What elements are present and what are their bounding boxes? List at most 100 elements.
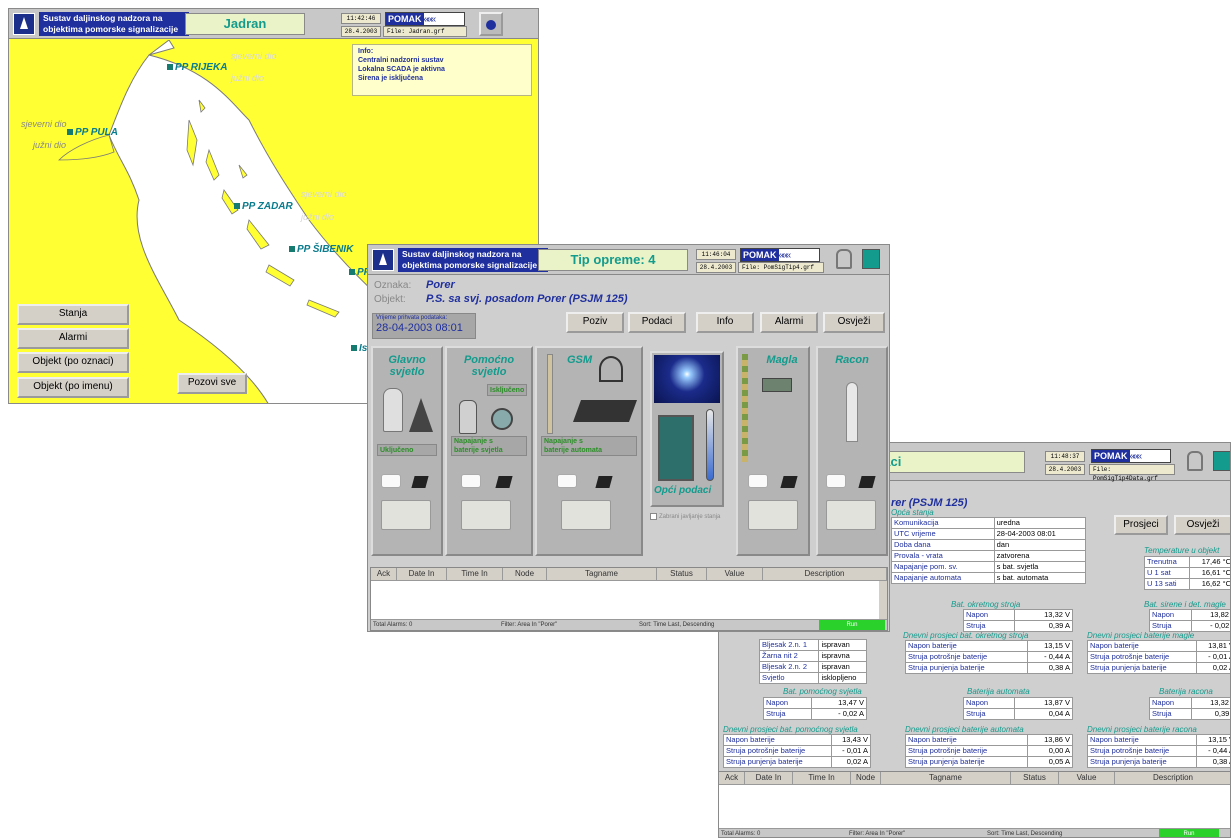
podaci-button[interactable]: Podaci <box>628 312 686 333</box>
row-value: 0,02 A <box>830 756 872 768</box>
pomak-logo: POMAK ««« <box>740 248 820 262</box>
clock-date: 28.4.2003 <box>696 262 736 273</box>
panel-racon[interactable]: Racon <box>816 346 888 556</box>
alarm-scrollbar[interactable] <box>879 581 887 621</box>
alarm-table[interactable]: Ack Date In Time In Node Tagname Status … <box>370 567 888 631</box>
col-header[interactable]: Date In <box>397 568 447 580</box>
panel-glavno-svjetlo[interactable]: Glavno svjetlo Uključeno <box>371 346 443 556</box>
prosjeci-button[interactable]: Prosjeci <box>1114 515 1168 535</box>
col-header[interactable]: Value <box>707 568 763 580</box>
run-indicator: Run <box>819 620 885 630</box>
racon-antenna-icon <box>846 382 858 442</box>
row-label: Napon <box>963 697 1015 709</box>
alarmi-button[interactable]: Alarmi <box>17 328 129 349</box>
objekt-imenu-button[interactable]: Objekt (po imenu) <box>17 377 129 398</box>
city-sibenik[interactable]: PP ŠIBENIK <box>289 244 353 255</box>
row-label: Napajanje automata <box>891 572 995 584</box>
alarm-table[interactable]: Ack Date In Time In Node Tagname Status … <box>719 771 1230 837</box>
file-name: File: PomSigTip4.grf <box>738 262 824 273</box>
status-pomocno: Isključeno <box>487 384 527 396</box>
col-header[interactable]: Time In <box>447 568 503 580</box>
lock-icon[interactable] <box>836 249 852 269</box>
col-header[interactable]: Description <box>1115 772 1230 784</box>
row-label: Napon baterije <box>904 734 1029 746</box>
panel-opci-podaci[interactable]: Opći podaci <box>650 351 724 507</box>
city-zadar[interactable]: PP ZADAR <box>234 201 293 212</box>
city-pula[interactable]: PP PULA <box>67 127 118 138</box>
table-row: Napon baterije13,15 V <box>1086 734 1230 746</box>
siren-icon <box>486 20 496 30</box>
objekt-value: P.S. sa svj. posadom Porer (PSJM 125) <box>426 293 628 305</box>
table-row: Struja 0,04 A <box>963 708 1074 720</box>
alarm-header: Ack Date In Time In Node Tagname Status … <box>719 772 1230 785</box>
alarm-filter: Filter: Area In "Porer" <box>849 831 906 837</box>
org-title: Sustav daljinskog nadzora na objektima p… <box>39 12 189 36</box>
lock-icon[interactable] <box>1187 451 1203 471</box>
col-header[interactable]: Tagname <box>881 772 1011 784</box>
row-label: Struja punjenja baterije <box>904 756 1029 768</box>
row-label: Struja punjenja baterije <box>723 756 832 768</box>
row-value: 0,04 A <box>1013 708 1074 720</box>
row-label: Napon baterije <box>1086 734 1198 746</box>
row-value: - 0,02 A <box>811 708 867 720</box>
poziv-button[interactable]: Poziv <box>566 312 624 333</box>
thermometer-icon <box>706 409 714 481</box>
org-title: Sustav daljinskog nadzora na objektima p… <box>398 248 548 272</box>
row-value: 0,38 A <box>1196 756 1230 768</box>
row-value: isklopljeno <box>818 672 867 684</box>
alarmi-button[interactable]: Alarmi <box>760 312 818 333</box>
col-header[interactable]: Ack <box>371 568 397 580</box>
clock-date: 28.4.2003 <box>341 26 381 37</box>
col-header[interactable]: Value <box>1059 772 1115 784</box>
osvjezi-button[interactable]: Osvježi <box>1174 515 1230 535</box>
checkbox-row[interactable]: Zabrani javljanje stanja <box>650 513 720 520</box>
socket-icon <box>381 474 401 488</box>
table-row: Napon baterije 13,86 V <box>904 734 1073 746</box>
row-label: Struja <box>1149 620 1192 632</box>
info-button[interactable]: Info <box>696 312 754 333</box>
socket-icon <box>748 474 768 488</box>
col-header[interactable]: Ack <box>719 772 745 784</box>
col-header[interactable]: Time In <box>793 772 851 784</box>
objekt-oznaci-button[interactable]: Objekt (po oznaci) <box>17 352 129 373</box>
row-value: 16,61 °C <box>1188 567 1230 579</box>
last-data-value: 28-04-2003 08:01 <box>376 322 463 334</box>
left-states-table: Bljesak 2.n. 1 ispravan Žarna nit 2 ispravn… <box>758 639 867 684</box>
section-title: Temperature u objekt <box>1144 546 1220 555</box>
avg-okret-table: Napon baterije 13,15 V Struja potrošnje ba… <box>904 640 1073 674</box>
siren-button[interactable] <box>479 12 503 36</box>
window-title: Jadran <box>185 13 305 35</box>
charger-icon <box>495 476 513 488</box>
table-row: U 13 sati 16,62 °C <box>1144 578 1230 590</box>
avg-magle-table: Napon baterije13,81 VStruja potrošnje ba… <box>1086 640 1230 674</box>
info-title: Info: <box>358 48 374 55</box>
col-header[interactable]: Description <box>763 568 887 580</box>
col-header[interactable]: Date In <box>745 772 793 784</box>
table-row: Struja- 0,02 A <box>762 708 867 720</box>
exit-icon[interactable] <box>862 249 880 269</box>
col-header[interactable]: Status <box>1011 772 1059 784</box>
row-value: 13,87 V <box>1013 697 1074 709</box>
socket-icon <box>557 474 577 488</box>
panel-pomocno-svjetlo[interactable]: Pomoćno svjetlo Isključeno Napajanje s b… <box>445 346 533 556</box>
charger-icon <box>858 476 876 488</box>
panel-magla[interactable]: Magla <box>736 346 810 556</box>
col-header[interactable]: Status <box>657 568 707 580</box>
checkbox[interactable] <box>650 513 657 520</box>
panel-gsm[interactable]: GSM Napajanje s baterije automata <box>535 346 643 556</box>
stanja-button[interactable]: Stanja <box>17 304 129 325</box>
city-rijeka[interactable]: PP RIJEKA <box>167 62 227 73</box>
col-header[interactable]: Node <box>851 772 881 784</box>
col-header[interactable]: Tagname <box>547 568 657 580</box>
exit-icon[interactable] <box>1213 451 1230 471</box>
row-label: Struja potrošnje baterije <box>723 745 832 757</box>
col-header[interactable]: Node <box>503 568 547 580</box>
bat-okret-table: Napon 13,32 V Struja 0,39 A <box>963 609 1074 632</box>
logo-icon <box>13 13 35 35</box>
section-title: Baterija automata <box>967 687 1030 696</box>
osvjezi-button[interactable]: Osvježi <box>823 312 885 333</box>
battery-icon <box>381 500 431 530</box>
row-label: Napon <box>1149 697 1192 709</box>
pozovi-sve-button[interactable]: Pozovi sve <box>177 373 247 394</box>
battery-icon <box>748 500 798 530</box>
